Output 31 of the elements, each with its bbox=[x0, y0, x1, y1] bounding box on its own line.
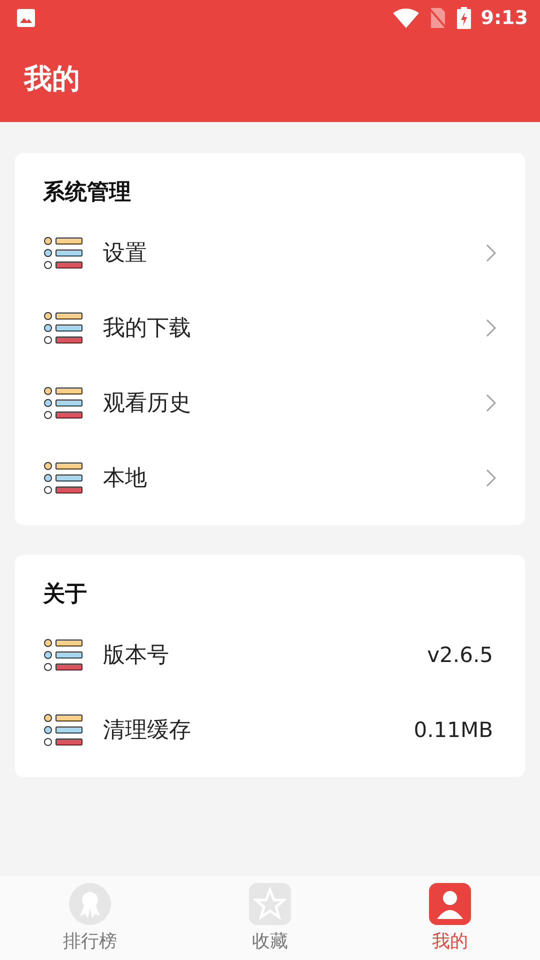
menu-item[interactable]: 清理缓存 bbox=[103, 714, 396, 744]
chevron-icon bbox=[485, 392, 497, 412]
list-icon bbox=[43, 712, 85, 748]
no-sim-icon bbox=[428, 7, 447, 29]
item-value: v2.6.5 bbox=[427, 642, 494, 666]
item-value: 0.11MB bbox=[414, 718, 494, 742]
nav-tab[interactable]: 排行榜 bbox=[0, 876, 180, 960]
section-title: 关于 bbox=[43, 581, 88, 609]
list-icon bbox=[43, 636, 85, 672]
chevron-icon bbox=[485, 242, 497, 262]
nav-tab[interactable]: 收藏 bbox=[180, 876, 360, 960]
nav-tab[interactable]: 我的 bbox=[360, 876, 540, 960]
chevron-icon bbox=[485, 318, 497, 338]
image-icon bbox=[16, 8, 36, 28]
chevron-icon bbox=[485, 468, 497, 488]
page-title: 我的 bbox=[24, 61, 80, 97]
menu-item[interactable]: 我的下载 bbox=[103, 312, 467, 342]
person-icon bbox=[429, 883, 471, 925]
list-icon bbox=[43, 384, 85, 420]
list-icon bbox=[43, 234, 85, 270]
ribbon-icon bbox=[69, 883, 111, 925]
section-title: 系统管理 bbox=[43, 179, 132, 207]
battery-icon bbox=[456, 7, 471, 29]
menu-item[interactable]: 本地 bbox=[103, 462, 467, 492]
menu-item[interactable]: 设置 bbox=[103, 238, 467, 268]
menu-item[interactable]: 版本号 bbox=[103, 640, 410, 670]
menu-item[interactable]: 观看历史 bbox=[103, 388, 467, 418]
wifi-icon bbox=[392, 8, 419, 28]
list-icon bbox=[43, 310, 85, 346]
list-icon bbox=[43, 460, 85, 496]
status-time: 9:13 bbox=[480, 7, 528, 29]
